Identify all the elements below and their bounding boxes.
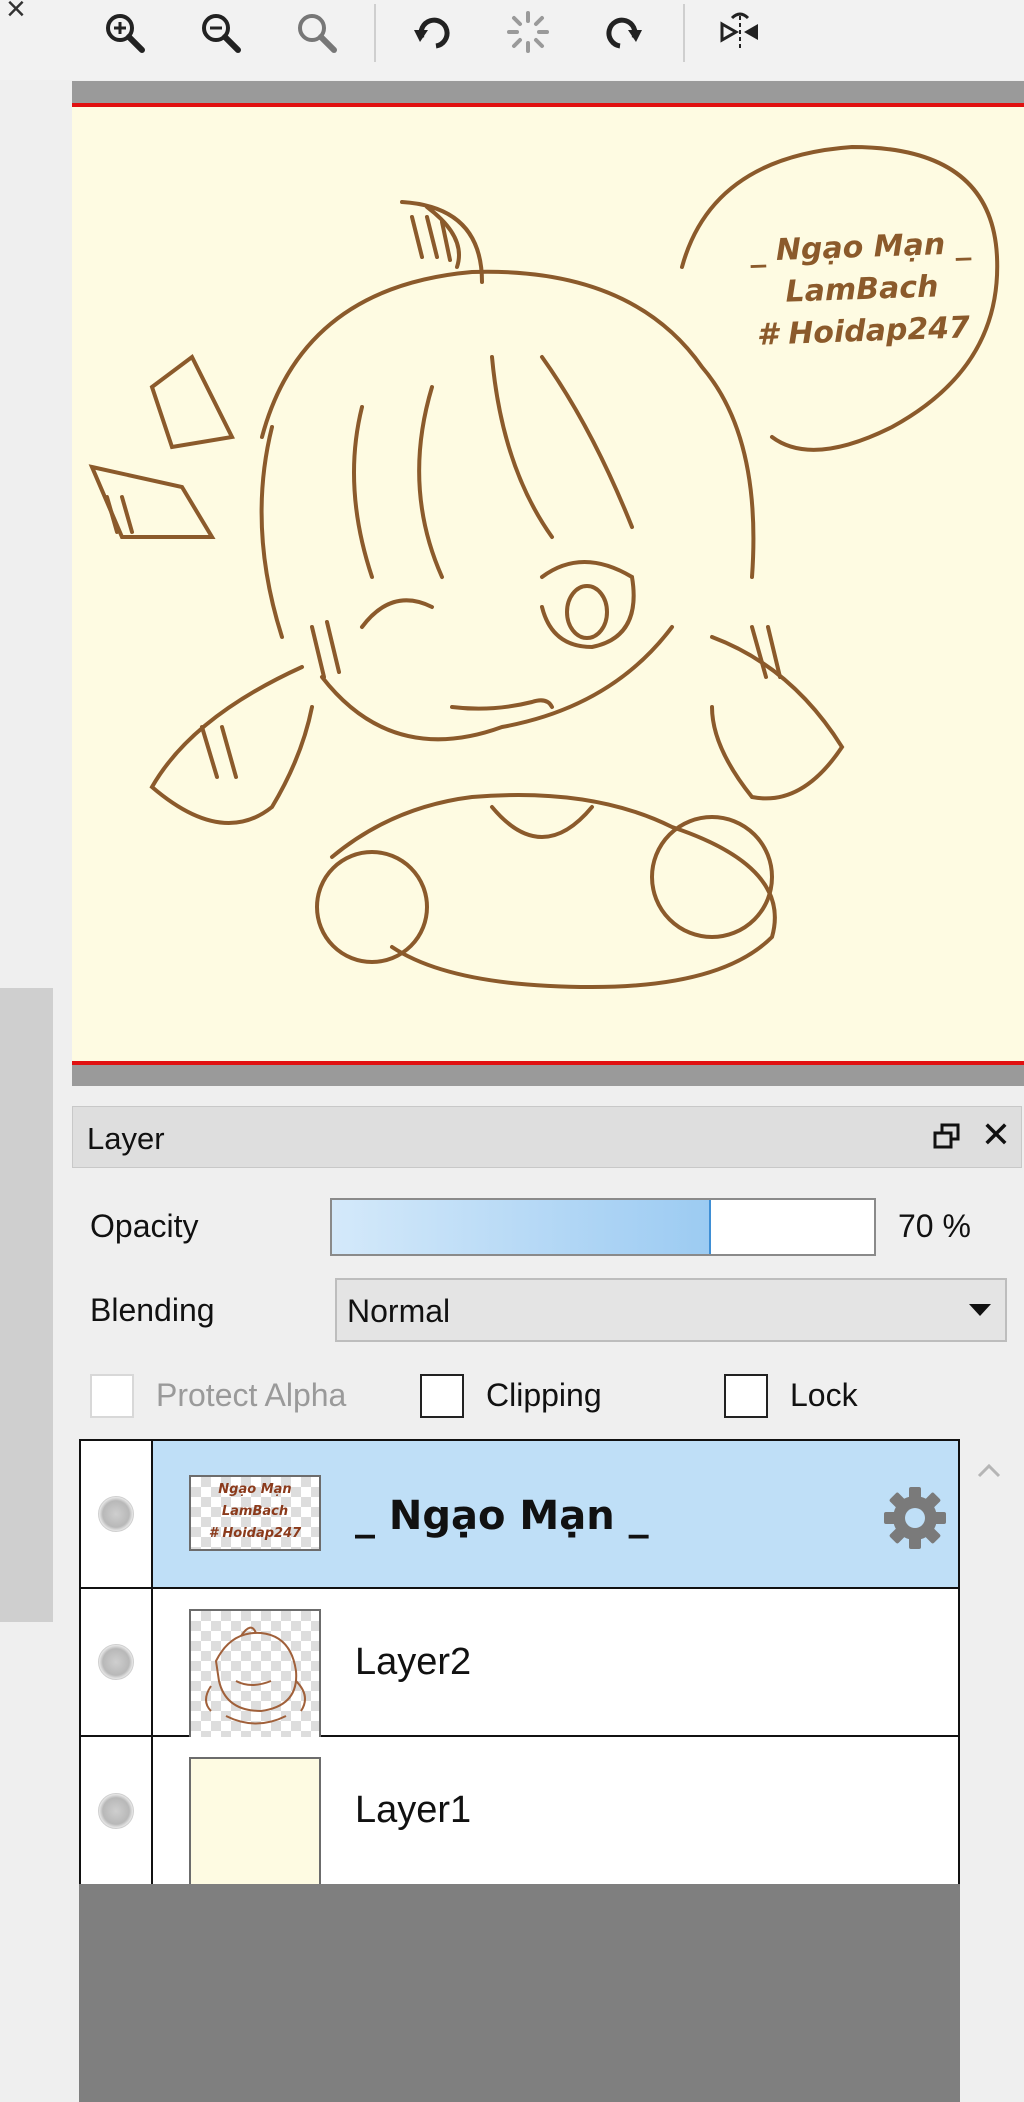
lock-checkbox[interactable] (724, 1374, 768, 1418)
rotate-left-icon[interactable] (404, 4, 460, 60)
clipping-checkbox[interactable] (420, 1374, 464, 1418)
opacity-value: 70 % (898, 1208, 971, 1244)
canvas-border-bottom (72, 1061, 1024, 1065)
clipping-label: Clipping (486, 1377, 602, 1413)
rotate-right-icon[interactable] (596, 4, 652, 60)
visibility-toggle[interactable] (81, 1589, 153, 1735)
lock-label: Lock (790, 1377, 858, 1413)
eye-icon (98, 1793, 134, 1829)
protect-alpha-checkbox[interactable] (90, 1374, 134, 1418)
close-icon[interactable]: × (6, 0, 26, 29)
toolbar: × (0, 0, 1024, 80)
eye-icon (98, 1496, 134, 1532)
zoom-in-icon[interactable] (96, 4, 152, 60)
layer-panel-title: Layer (87, 1121, 165, 1156)
visibility-toggle[interactable] (81, 1737, 153, 1885)
layer-thumbnail (189, 1757, 321, 1889)
blending-selected-value: Normal (347, 1293, 451, 1329)
layer-row[interactable]: Layer2 (81, 1589, 958, 1741)
layer-name: Layer2 (355, 1641, 472, 1683)
visibility-toggle[interactable] (81, 1441, 153, 1587)
layer-row-content[interactable]: Layer1 (153, 1737, 958, 1889)
close-icon[interactable]: ✕ (981, 1115, 1011, 1155)
layer-list-empty-area (79, 1884, 960, 2102)
toolbar-separator (374, 4, 376, 62)
rotate-reset-icon[interactable] (500, 4, 556, 60)
opacity-slider-fill (332, 1200, 712, 1254)
layer-row[interactable]: Ngạo Mạn LamBach # Hoidap247 _ Ngạo Mạn … (81, 1441, 958, 1589)
layer-list: Ngạo Mạn LamBach # Hoidap247 _ Ngạo Mạn … (79, 1439, 960, 1889)
eye-icon (98, 1644, 134, 1680)
layer-thumbnail (189, 1609, 321, 1741)
layer-panel-header[interactable]: Layer ✕ (72, 1106, 1022, 1168)
protect-alpha-label: Protect Alpha (156, 1377, 347, 1413)
layer-name: _ Ngạo Mạn _ (355, 1493, 649, 1539)
drawing-canvas[interactable]: _ Ngạo Mạn _ LamBach # Hoidap247 (72, 107, 1024, 1061)
zoom-out-icon[interactable] (192, 4, 248, 60)
layer-row-content[interactable]: Ngạo Mạn LamBach # Hoidap247 _ Ngạo Mạn … (153, 1441, 958, 1587)
blending-select[interactable]: Normal (335, 1278, 1007, 1342)
opacity-slider[interactable] (330, 1198, 876, 1256)
gear-icon[interactable] (880, 1483, 950, 1553)
flip-horizontal-icon[interactable] (712, 4, 768, 60)
layer-name: Layer1 (355, 1789, 472, 1831)
opacity-label: Opacity (90, 1208, 199, 1244)
float-window-icon[interactable] (931, 1121, 963, 1153)
chevron-down-icon (969, 1304, 991, 1316)
zoom-reset-icon[interactable] (288, 4, 344, 60)
layer-row[interactable]: Layer1 (81, 1737, 958, 1889)
chevron-up-icon[interactable] (976, 1458, 1002, 1484)
layer-row-content[interactable]: Layer2 (153, 1589, 958, 1741)
layer-thumbnail: Ngạo Mạn LamBach # Hoidap247 (189, 1475, 321, 1551)
speech-bubble-text: _ Ngạo Mạn _ LamBach # Hoidap247 (749, 226, 972, 353)
toolbar-separator (683, 4, 685, 62)
left-panel-strip (0, 988, 53, 1622)
blending-label: Blending (90, 1292, 215, 1328)
